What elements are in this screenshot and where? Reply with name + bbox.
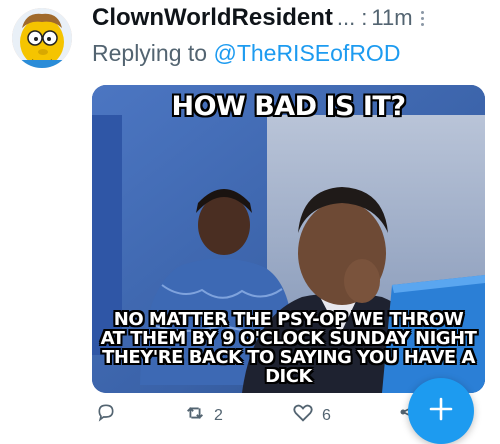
avatar-image	[12, 8, 72, 68]
reply-icon	[96, 402, 116, 427]
reply-handle-link[interactable]: @TheRISEofROD	[213, 40, 400, 66]
compose-tweet-button[interactable]	[408, 378, 474, 444]
like-count: 6	[322, 406, 331, 424]
retweet-icon	[184, 402, 206, 429]
more-icon[interactable]	[420, 10, 424, 26]
display-name[interactable]: ClownWorldResident	[92, 4, 333, 32]
meme-bottom-caption: NO MATTER THE PSY-OP WE THROW AT THEM BY…	[92, 311, 485, 387]
tweet-header: ClownWorldResident ... : 11m	[92, 2, 490, 34]
reply-button[interactable]	[96, 402, 116, 427]
plus-icon	[427, 395, 455, 428]
tweet-time[interactable]: 11m	[371, 5, 412, 31]
name-truncation: ...	[336, 5, 356, 30]
reply-context: Replying to @TheRISEofROD	[92, 40, 400, 67]
like-button[interactable]: 6	[292, 402, 331, 429]
retweet-button[interactable]: 2	[184, 402, 223, 429]
avatar[interactable]	[12, 8, 72, 68]
header-separator: :	[361, 5, 368, 30]
meme-top-caption: HOW BAD IS IT?	[171, 91, 406, 122]
heart-icon	[292, 402, 314, 429]
tweet-media-image[interactable]: HOW BAD IS IT? NO MATTER THE PSY-OP WE T…	[92, 85, 485, 393]
reply-prefix: Replying to	[92, 40, 208, 66]
retweet-count: 2	[214, 406, 223, 424]
